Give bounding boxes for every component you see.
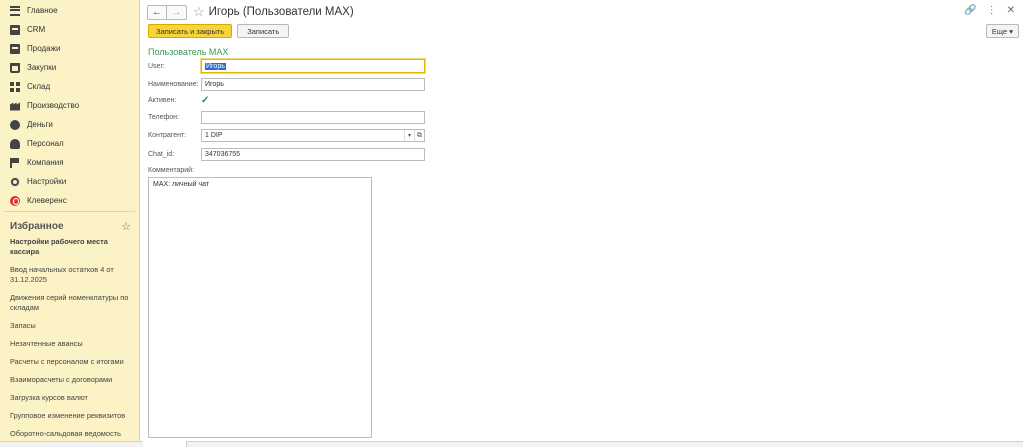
sidebar-item-personnel[interactable]: Персонал (0, 134, 139, 153)
more-label: Еще (991, 26, 1008, 36)
group-title: Пользователь MAX (148, 47, 229, 57)
flag-icon (10, 157, 20, 168)
favorite-item[interactable]: Движения серий номенклатуры по складам (10, 293, 133, 313)
favorites-list: Настройки рабочего места кассира Ввод на… (0, 237, 139, 439)
coin-icon (10, 119, 20, 130)
sidebar-item-production[interactable]: Производство (0, 96, 139, 115)
active-row: Активен: ✓ (148, 95, 209, 106)
chat-id-value: 347036755 (205, 151, 241, 158)
sections-menu: Главное CRM Продажи Закупки Склад Произв… (0, 0, 139, 210)
name-label: Наименование: (148, 81, 199, 88)
favorite-star-icon[interactable]: ☆ (193, 4, 205, 20)
arrow-left-icon: ← (152, 6, 162, 18)
sidebar-divider (4, 211, 135, 212)
briefcase-icon (10, 43, 20, 54)
more-button[interactable]: Еще ▾ (985, 24, 1019, 38)
window-actions: 🔗 ⋮ ✕ (964, 5, 1015, 16)
phone-field[interactable] (201, 111, 425, 124)
favorites-title: Избранное (10, 221, 64, 232)
phone-row: Телефон: (148, 111, 425, 124)
sidebar-item-company[interactable]: Компания (0, 153, 139, 172)
warehouse-grid-icon (10, 81, 20, 92)
chat-id-label: Chat_id: (148, 151, 175, 158)
phone-label: Телефон: (148, 114, 179, 121)
user-value: Игорь (205, 62, 226, 70)
counterparty-row: Контрагент: 1 DIP ▾ ⧉ (148, 129, 425, 142)
favorites-header: Избранное ☆ (0, 215, 139, 237)
close-icon[interactable]: ✕ (1007, 5, 1015, 16)
forward-button[interactable]: → (167, 4, 187, 20)
favorite-item[interactable]: Групповое изменение реквизитов (10, 411, 133, 421)
sidebar-item-money[interactable]: Деньги (0, 115, 139, 134)
comment-value: MAX: личный чат (153, 181, 210, 188)
favorite-item[interactable]: Незачтенные авансы (10, 339, 133, 349)
chevron-down-icon: ▾ (1009, 26, 1013, 36)
sidebar-item-cleverence[interactable]: Клеверенс (0, 191, 139, 210)
back-button[interactable]: ← (147, 4, 167, 20)
active-label: Активен: (148, 97, 177, 104)
save-button[interactable]: Записать (237, 24, 290, 38)
page-title: Игорь (Пользователи MAX) (208, 6, 354, 18)
name-value: Игорь (205, 81, 224, 88)
active-checkbox[interactable]: ✓ (201, 95, 209, 106)
gear-icon (10, 176, 20, 187)
link-icon[interactable]: 🔗 (964, 5, 976, 16)
user-label: User: (148, 62, 165, 70)
name-field[interactable]: Игорь (201, 78, 425, 91)
command-bar: Записать и закрыть Записать (148, 24, 290, 38)
favorite-item[interactable]: Запасы (10, 321, 133, 331)
user-field[interactable]: Игорь (201, 59, 425, 73)
sidebar-item-crm[interactable]: CRM (0, 20, 139, 39)
save-and-close-button[interactable]: Записать и закрыть (148, 24, 233, 38)
sidebar-item-main[interactable]: Главное (0, 1, 139, 20)
favorite-item[interactable]: Взаиморасчеты с договорами (10, 375, 133, 385)
sidebar-item-purchases[interactable]: Закупки (0, 58, 139, 77)
favorite-item[interactable]: Оборотно-сальдовая ведомость (10, 429, 133, 439)
comment-label: Комментарий: (148, 167, 195, 174)
user-row: User: Игорь (148, 59, 425, 73)
crm-box-icon (10, 24, 20, 35)
more-vertical-icon[interactable]: ⋮ (987, 5, 997, 16)
title-bar: ← → ☆ Игорь (Пользователи MAX) (147, 4, 354, 20)
sidebar-item-warehouse[interactable]: Склад (0, 77, 139, 96)
counterparty-label: Контрагент: (148, 132, 187, 139)
name-row: Наименование: Игорь (148, 78, 425, 91)
favorite-item[interactable]: Настройки рабочего места кассира (10, 237, 133, 257)
dropdown-arrow-icon[interactable]: ▾ (404, 130, 414, 141)
sidebar-item-sales[interactable]: Продажи (0, 39, 139, 58)
person-icon (10, 138, 20, 149)
comment-textarea[interactable]: MAX: личный чат (148, 177, 372, 438)
menu-lines-icon (10, 5, 20, 16)
favorite-item[interactable]: Расчеты с персоналом с итогами (10, 357, 133, 367)
sidebar-item-settings[interactable]: Настройки (0, 172, 139, 191)
cart-icon (10, 62, 20, 73)
sidebar: Главное CRM Продажи Закупки Склад Произв… (0, 0, 140, 447)
bottom-tab[interactable] (143, 441, 187, 447)
chat-id-field[interactable]: 347036755 (201, 148, 425, 161)
chat-id-row: Chat_id: 347036755 (148, 148, 425, 161)
open-link-icon[interactable]: ⧉ (414, 130, 424, 141)
factory-icon (10, 102, 20, 111)
arrow-right-icon: → (171, 6, 182, 18)
cleverence-logo-icon (10, 195, 20, 206)
counterparty-value: 1 DIP (205, 132, 223, 139)
counterparty-field[interactable]: 1 DIP ▾ ⧉ (201, 129, 425, 142)
star-icon[interactable]: ☆ (121, 220, 131, 233)
favorite-item[interactable]: Ввод начальных остатков 4 от 31.12.2025 (10, 265, 133, 285)
favorite-item[interactable]: Загрузка курсов валют (10, 393, 133, 403)
form-area: ← → ☆ Игорь (Пользователи MAX) 🔗 ⋮ ✕ Зап… (141, 0, 1023, 447)
